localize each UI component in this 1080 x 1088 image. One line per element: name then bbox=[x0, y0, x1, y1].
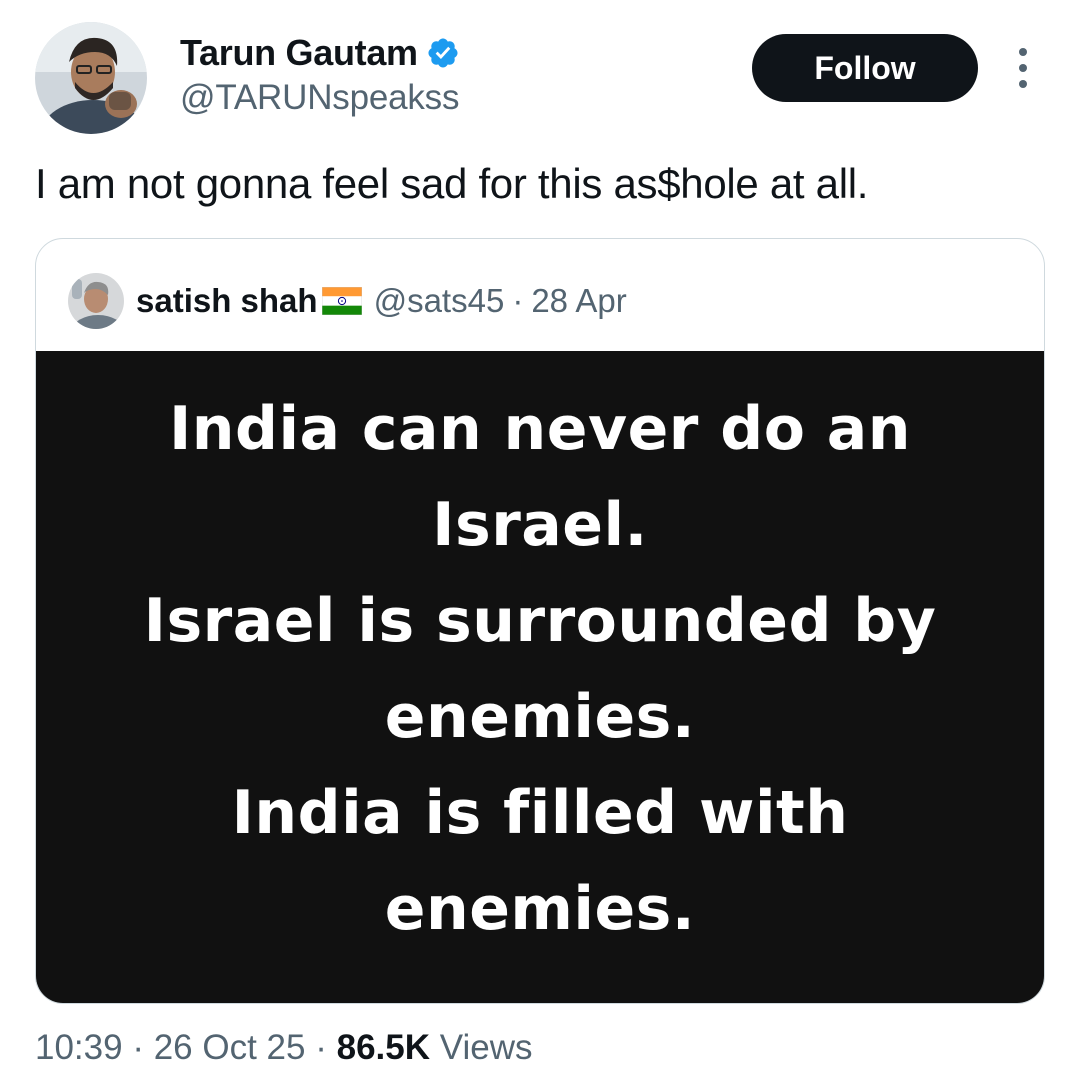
image-text: India can never do an Israel. Israel is … bbox=[36, 381, 1044, 957]
quoted-tweet[interactable]: satish shah @sats45 · 28 Apr India can n… bbox=[35, 238, 1045, 1004]
quoted-author-avatar[interactable] bbox=[68, 273, 124, 329]
author-display-name[interactable]: Tarun Gautam bbox=[180, 32, 418, 74]
tweet-text: I am not gonna feel sad for this as$hole… bbox=[35, 160, 869, 207]
tweet-meta: 10:39 · 26 Oct 25 · 86.5K Views bbox=[35, 1028, 532, 1068]
quoted-tweet-header: satish shah @sats45 · 28 Apr bbox=[68, 273, 627, 329]
image-text-line: India can never do an bbox=[168, 394, 912, 464]
quoted-tweet-date[interactable]: 28 Apr bbox=[531, 282, 626, 320]
quoted-tweet-image[interactable]: India can never do an Israel. Israel is … bbox=[36, 351, 1044, 1003]
image-text-line: Israel is surrounded by bbox=[143, 586, 937, 656]
verified-badge-icon[interactable] bbox=[426, 36, 460, 70]
author-info: Tarun Gautam @TARUNspeakss bbox=[180, 30, 460, 118]
tweet-time[interactable]: 10:39 bbox=[35, 1028, 123, 1067]
separator-dot: · bbox=[315, 1028, 327, 1067]
more-dot bbox=[1019, 64, 1027, 72]
more-options-icon[interactable] bbox=[1010, 48, 1036, 88]
views-count[interactable]: 86.5K bbox=[337, 1028, 430, 1067]
follow-button[interactable]: Follow bbox=[752, 34, 978, 102]
views-label: Views bbox=[439, 1028, 533, 1067]
author-avatar[interactable] bbox=[35, 22, 147, 134]
more-dot bbox=[1019, 80, 1027, 88]
more-dot bbox=[1019, 48, 1027, 56]
image-text-line: enemies. bbox=[384, 682, 696, 752]
author-handle[interactable]: @TARUNspeakss bbox=[180, 78, 460, 118]
separator-dot: · bbox=[132, 1028, 144, 1067]
india-flag-icon bbox=[321, 286, 362, 316]
author-name-row: Tarun Gautam bbox=[180, 30, 460, 76]
separator-dot: · bbox=[512, 282, 524, 319]
tweet-date[interactable]: 26 Oct 25 bbox=[154, 1028, 306, 1067]
quoted-avatar-photo bbox=[68, 273, 124, 329]
image-text-line: Israel. bbox=[432, 490, 648, 560]
quoted-author-handle[interactable]: @sats45 bbox=[374, 282, 505, 320]
image-text-line: enemies. bbox=[384, 874, 696, 944]
author-avatar-photo bbox=[35, 22, 147, 134]
image-text-line: India is filled with bbox=[231, 778, 849, 848]
quoted-author-name[interactable]: satish shah bbox=[136, 282, 318, 320]
